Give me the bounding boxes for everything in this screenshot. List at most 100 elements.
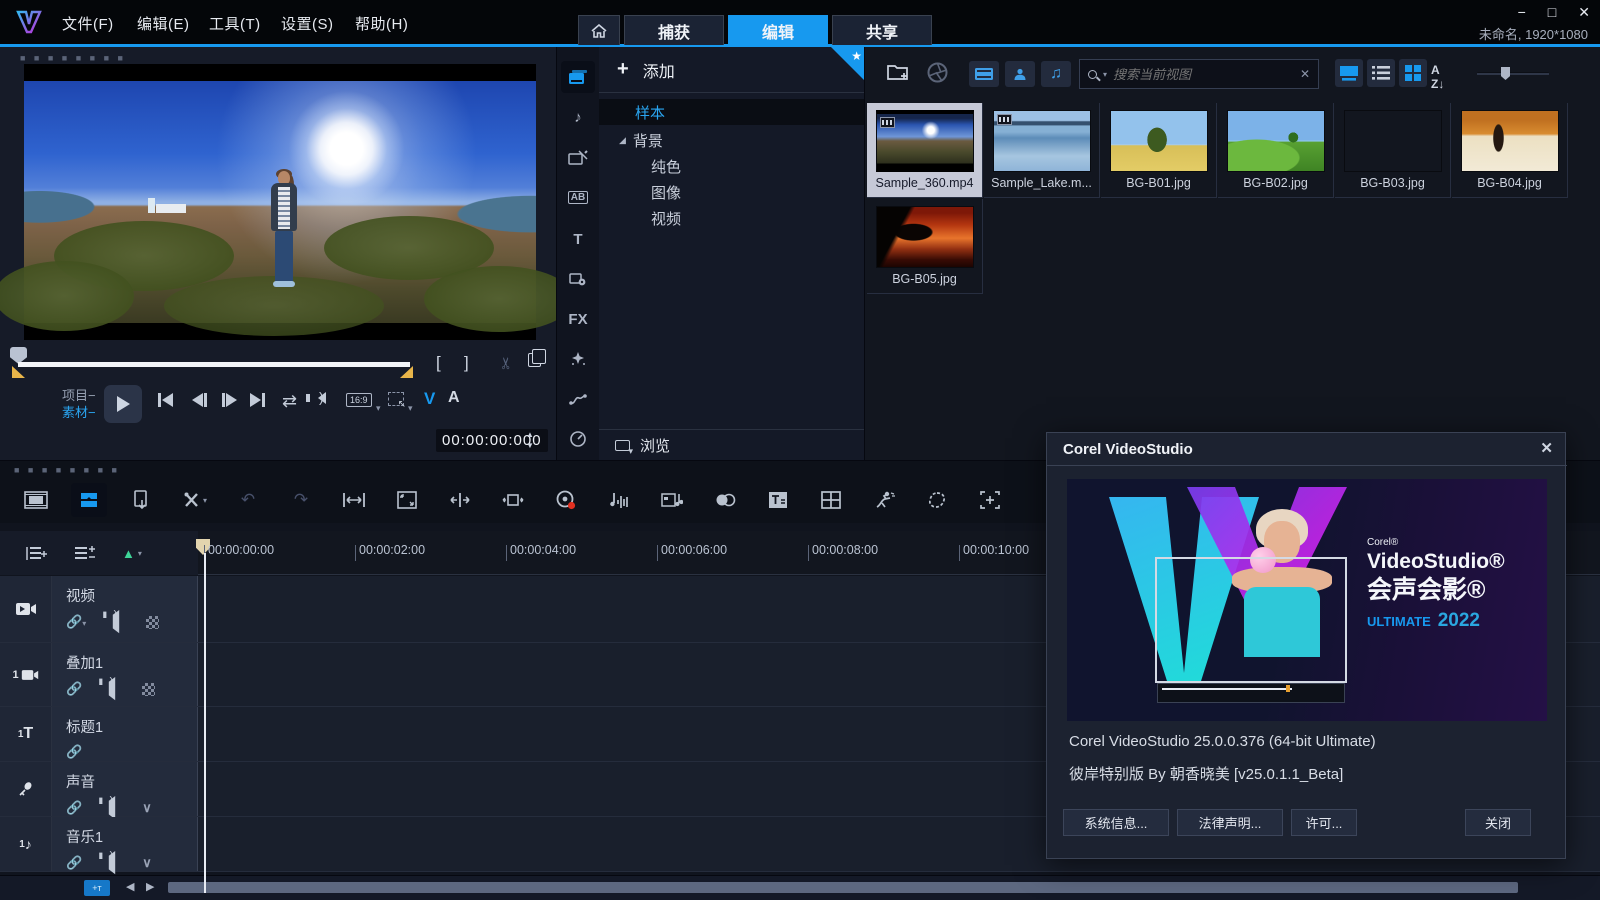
zoom-slider-handle[interactable] xyxy=(1501,67,1510,80)
chroma-key-icon[interactable] xyxy=(142,683,155,696)
enlarge-preview-icon[interactable] xyxy=(528,353,541,367)
split-clip-icon[interactable]: ✂ xyxy=(497,356,517,369)
media-library-icon[interactable] xyxy=(561,61,595,93)
tree-item-image[interactable]: 图像 xyxy=(599,179,865,205)
audio-gallery-icon[interactable]: ♪ xyxy=(561,101,595,133)
tab-share[interactable]: 共享 xyxy=(832,15,932,45)
ripple-edit-toggle[interactable]: ▲▾ xyxy=(122,546,142,561)
system-info-button[interactable]: 系统信息... xyxy=(1063,809,1169,836)
speed-gallery-icon[interactable] xyxy=(561,423,595,455)
trim-handle-start[interactable] xyxy=(12,366,25,378)
preview-video-image[interactable] xyxy=(24,81,536,323)
track-volume-icon[interactable] xyxy=(109,682,115,696)
timeline-view-button[interactable] xyxy=(71,483,107,517)
auto-music-button[interactable] xyxy=(654,483,690,517)
tree-item-video[interactable]: 视频 xyxy=(599,205,865,231)
scrubber-bar[interactable] xyxy=(18,362,410,367)
tree-item-solid-color[interactable]: 纯色 xyxy=(599,153,865,179)
go-to-start-button[interactable] xyxy=(158,393,173,407)
instant-project-icon[interactable] xyxy=(561,141,595,173)
clip-mode-toggle[interactable]: 素材− xyxy=(62,404,96,421)
add-remove-track-icon[interactable] xyxy=(74,545,96,562)
library-item[interactable]: BG-B05.jpg xyxy=(867,199,983,294)
library-item[interactable]: BG-B02.jpg xyxy=(1218,103,1334,198)
legal-notice-button[interactable]: 法律声明... xyxy=(1177,809,1283,836)
library-item[interactable]: BG-B04.jpg xyxy=(1452,103,1568,198)
search-input[interactable] xyxy=(1113,67,1294,82)
import-media-icon[interactable] xyxy=(887,62,911,82)
aspect-ratio-selector[interactable]: 16:9 xyxy=(346,393,372,407)
fade-icon[interactable]: ∨ xyxy=(142,800,152,816)
undo-button[interactable]: ↶ xyxy=(230,483,266,517)
menu-edit[interactable]: 编辑(E) xyxy=(137,13,190,34)
track-manager-icon[interactable] xyxy=(26,545,48,562)
fit-project-button[interactable] xyxy=(336,483,372,517)
audio-toggle[interactable]: A xyxy=(448,389,460,407)
link-icon[interactable]: 🔗 xyxy=(66,744,82,760)
timeline-hscrollbar[interactable] xyxy=(168,882,1518,893)
tab-home[interactable] xyxy=(578,15,620,45)
multi-trim-button[interactable] xyxy=(707,483,743,517)
resize-window-button[interactable] xyxy=(389,483,425,517)
scroll-left-icon[interactable]: ◀ xyxy=(126,880,134,893)
link-icon[interactable]: 🔗 xyxy=(66,681,82,697)
thumbnail-view-button[interactable] xyxy=(1335,59,1363,87)
tree-item-background[interactable]: ◢背景 xyxy=(599,127,865,153)
list-view-button[interactable] xyxy=(1367,59,1395,87)
volume-icon[interactable] xyxy=(318,392,326,404)
pan-zoom-button[interactable] xyxy=(495,483,531,517)
dialog-close-icon[interactable]: ✕ xyxy=(1540,439,1553,457)
subtitle-editor-button[interactable] xyxy=(760,483,796,517)
track-header-voice[interactable]: 声音 🔗 ∨ xyxy=(0,762,198,816)
track-header-overlay[interactable]: 1 叠加1 🔗 xyxy=(0,643,198,706)
mark-in-button[interactable]: [ xyxy=(436,353,441,373)
minimize-button[interactable]: − xyxy=(1518,4,1526,21)
menu-help[interactable]: 帮助(H) xyxy=(355,13,408,34)
redo-button[interactable]: ↷ xyxy=(283,483,319,517)
close-button[interactable]: ✕ xyxy=(1578,4,1590,21)
link-icon[interactable]: 🔗 xyxy=(66,855,82,871)
overlay-gallery-icon[interactable] xyxy=(561,263,595,295)
library-item[interactable]: Sample_360.mp4 xyxy=(867,103,983,198)
tab-capture[interactable]: 捕获 xyxy=(624,15,724,45)
track-volume-icon[interactable] xyxy=(109,856,115,870)
sort-icon[interactable]: AZ xyxy=(1431,63,1444,91)
motion-tracking-button[interactable] xyxy=(866,483,902,517)
fade-icon[interactable]: ∨ xyxy=(142,855,152,871)
chroma-key-icon[interactable] xyxy=(146,616,159,629)
tools-button[interactable]: ▾ xyxy=(177,483,213,517)
thumbnail-zoom-slider[interactable] xyxy=(1477,72,1549,75)
filter-gallery-icon[interactable]: FX xyxy=(561,303,595,335)
search-dropdown-icon[interactable]: ▾ xyxy=(1103,70,1107,79)
filter-audio-button[interactable]: ♫ xyxy=(1041,61,1071,87)
split-by-scene-button[interactable] xyxy=(442,483,478,517)
playhead-line[interactable] xyxy=(204,553,206,893)
track-header-music[interactable]: 1♪ 音乐1 🔗 ∨ xyxy=(0,817,198,871)
scroll-right-icon[interactable]: ▶ xyxy=(146,880,154,893)
record-capture-option-button[interactable] xyxy=(124,483,160,517)
repeat-icon[interactable]: ⇄ xyxy=(282,391,297,412)
next-frame-button[interactable] xyxy=(222,393,237,407)
grid-view-button[interactable] xyxy=(1399,59,1427,87)
sound-mixer-button[interactable] xyxy=(601,483,637,517)
aspect-dropdown-icon[interactable]: ▾ xyxy=(376,403,381,414)
filter-photos-button[interactable] xyxy=(1005,61,1035,87)
close-dialog-button[interactable]: 关闭 xyxy=(1465,809,1531,836)
selection-dropdown-icon[interactable]: ▾ xyxy=(408,403,413,414)
link-icon[interactable]: 🔗▾ xyxy=(66,614,86,630)
mark-out-button[interactable]: ] xyxy=(464,353,469,373)
timecode-spinner[interactable]: ▲▼ xyxy=(526,429,534,451)
filter-videos-button[interactable] xyxy=(969,61,999,87)
library-item[interactable]: BG-B01.jpg xyxy=(1101,103,1217,198)
selection-tool[interactable] xyxy=(388,392,404,406)
track-transparency-button[interactable] xyxy=(972,483,1008,517)
previous-frame-button[interactable] xyxy=(192,393,207,407)
search-clear-icon[interactable]: ✕ xyxy=(1300,67,1310,81)
project-mode-toggle[interactable]: 项目− xyxy=(62,387,96,404)
storyboard-view-button[interactable] xyxy=(18,483,54,517)
trim-handle-end[interactable] xyxy=(400,366,413,378)
library-item[interactable]: Sample_Lake.m... xyxy=(984,103,1100,198)
track-volume-icon[interactable] xyxy=(113,615,119,629)
mask-creator-button[interactable] xyxy=(919,483,955,517)
panel-drag-handle[interactable]: ■ ■ ■ ■ ■ ■ ■ ■ xyxy=(20,53,126,63)
